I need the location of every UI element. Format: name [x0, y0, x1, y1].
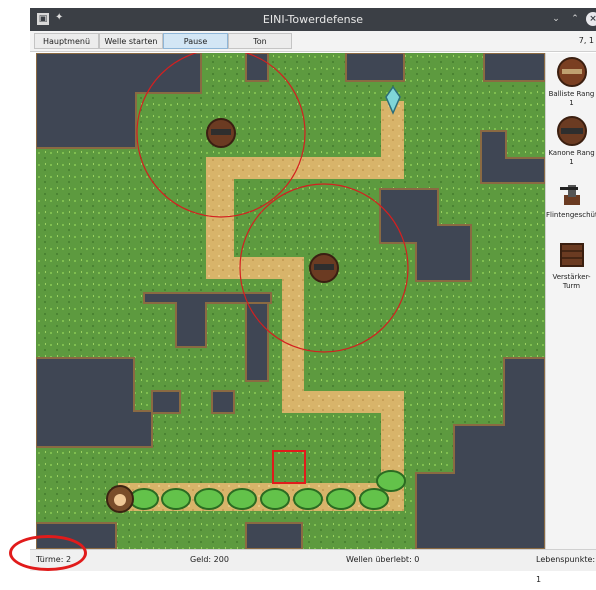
cannon-icon [556, 116, 587, 146]
map-canvas[interactable] [35, 48, 546, 550]
enemy-slime [161, 488, 191, 510]
window-title: EINI-Towerdefense [262, 13, 364, 26]
tower-option-label: Verstärker-Turm [552, 273, 591, 290]
minimize-icon[interactable]: ⌄ [549, 12, 563, 26]
tower-shop-panel: Balliste Rang 1 Kanone Rang 1 Flintenges… [545, 53, 596, 549]
tower-option-amplifier[interactable]: Verstärker-Turm [546, 239, 596, 291]
tower-option-label: Kanone Rang 1 [548, 149, 595, 166]
tower-option-ballista[interactable]: Balliste Rang 1 [546, 56, 596, 108]
maximize-icon[interactable]: ⌃ [568, 12, 582, 26]
tower-option-label: Balliste Rang 1 [548, 90, 595, 107]
enemy-slime [326, 488, 356, 510]
enemy-slime [260, 488, 290, 510]
cannon-tower-1 [206, 118, 236, 148]
enemy-slime [129, 488, 159, 510]
amplifier-tower-icon [559, 243, 584, 267]
pause-button[interactable]: Pause [163, 33, 228, 49]
money-display: Geld: 200 [190, 555, 229, 564]
enemy-slime [227, 488, 257, 510]
cannon-tower-2 [309, 253, 339, 283]
enemy-slime [376, 470, 406, 492]
window-titlebar: ▣ ✦ EINI-Towerdefense ⌄ ⌃ × [30, 8, 596, 31]
close-icon[interactable]: × [586, 12, 596, 26]
shotgun-turret-icon [559, 185, 580, 205]
status-bar: Türme: 2 Geld: 200 Wellen überlebt: 0 Le… [30, 549, 596, 584]
toolbar: Hauptmenü Welle starten Pause Ton 7, 1 [30, 31, 596, 52]
lives-display: Lebenspunkte: 1 [536, 555, 596, 584]
start-wave-button[interactable]: Welle starten [99, 33, 163, 49]
main-menu-button[interactable]: Hauptmenü [34, 33, 99, 49]
enemy-dwarf [106, 485, 134, 513]
sound-button[interactable]: Ton [228, 33, 292, 49]
enemy-slime [359, 488, 389, 510]
waves-survived: Wellen überlebt: 0 [346, 555, 420, 564]
tower-option-label: Flintengeschütz [546, 211, 596, 219]
tower-option-cannon[interactable]: Kanone Rang 1 [546, 115, 596, 167]
tower-option-shotgun[interactable]: Flintengeschütz [546, 177, 596, 220]
highlight-annotation [9, 535, 87, 571]
enemy-slime [194, 488, 224, 510]
game-map[interactable] [35, 48, 546, 550]
cursor-coordinates: 7, 1 [578, 36, 594, 45]
enemy-slime [293, 488, 323, 510]
ballista-icon [556, 57, 587, 87]
